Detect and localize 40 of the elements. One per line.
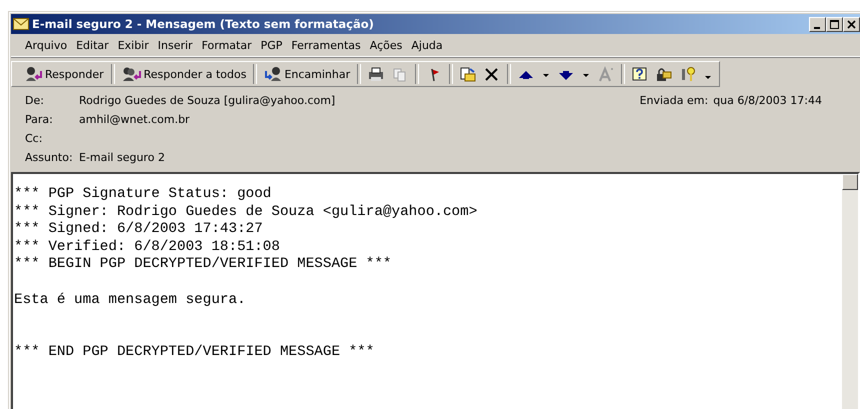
field-value: E-mail seguro 2 xyxy=(79,151,166,165)
minimize-button[interactable] xyxy=(809,16,826,32)
window-title: E-mail seguro 2 - Mensagem (Texto sem formatação) xyxy=(32,17,375,31)
maximize-button[interactable] xyxy=(826,16,843,32)
text-line: *** PGP Signature Status: good xyxy=(14,186,272,204)
toolbar-button[interactable]: Responder a todos xyxy=(118,64,250,84)
help-icon[interactable] xyxy=(631,66,650,82)
field-label: De: xyxy=(25,94,45,108)
text-line: *** Signer: Rodrigo Guedes de Souza <gulira@yahoo.com> xyxy=(14,204,478,222)
menu-item[interactable]: Ajuda xyxy=(411,38,443,52)
text-line: *** BEGIN PGP DECRYPTED/VERIFIED MESSAGE *** xyxy=(14,256,392,274)
menu-item[interactable]: Exibir xyxy=(118,38,149,52)
person-arrow-icon xyxy=(25,66,43,82)
people-arrow-icon xyxy=(122,66,142,82)
scrollbar[interactable] xyxy=(842,174,858,409)
field-label: Assunto: xyxy=(25,151,74,165)
field-value: amhil@wnet.com.br xyxy=(79,113,191,127)
menu-item[interactable]: Editar xyxy=(76,38,109,52)
printer-icon[interactable] xyxy=(367,66,386,82)
field-label: Para: xyxy=(25,113,54,127)
menu-item[interactable]: Arquivo xyxy=(25,38,68,52)
menu-item[interactable]: Inserir xyxy=(158,38,193,52)
text-line: *** Signed: 6/8/2003 17:43:27 xyxy=(14,221,264,239)
close-button[interactable] xyxy=(843,16,860,32)
text-line: *** Verified: 6/8/2003 18:51:08 xyxy=(14,238,281,256)
person-arrow-icon xyxy=(264,66,282,82)
menu-item[interactable]: PGP xyxy=(260,38,282,52)
toolbar-button[interactable]: Responder xyxy=(22,64,107,84)
field-value: qua 6/8/2003 17:44 xyxy=(713,94,822,108)
field-label: Enviada em: xyxy=(640,94,708,108)
text-line: *** END PGP DECRYPTED/VERIFIED MESSAGE *** xyxy=(14,344,376,362)
move-folder-icon[interactable] xyxy=(459,66,478,82)
menu-item[interactable]: Ferramentas xyxy=(291,38,361,52)
toolbar-button[interactable]: Encaminhar xyxy=(261,64,354,84)
field-value: Rodrigo Guedes de Souza [gulira@yahoo.com] xyxy=(79,94,336,108)
text-line: Esta é uma mensagem segura. xyxy=(14,292,247,310)
menu-item[interactable]: Ações xyxy=(370,38,402,52)
envelope-icon xyxy=(13,18,29,30)
field-label: Cc: xyxy=(25,132,44,146)
menu-item[interactable]: Formatar xyxy=(202,38,252,52)
